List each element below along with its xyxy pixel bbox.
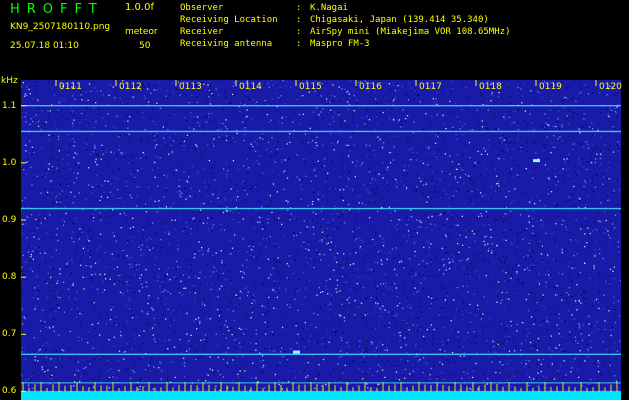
field-location-key: Receiving Location (180, 15, 278, 25)
y-tick-label: 0.8 (2, 272, 17, 283)
x-tick-label: 0115 (299, 82, 322, 92)
x-tick-label: 0117 (419, 82, 442, 92)
datetime-label: 25.07.18 01:10 (10, 41, 79, 51)
x-tick-label: 0111 (59, 82, 82, 92)
count-label: 50 (139, 41, 151, 51)
field-observer-value: K.Nagai (310, 3, 348, 13)
spectrogram-svg (21, 80, 621, 400)
x-tick-label: 0120 (599, 82, 622, 92)
x-tick-label: 0116 (359, 82, 382, 92)
meteor-echo (533, 159, 540, 163)
x-tick-label: 0114 (239, 82, 262, 92)
header-panel: HROFFT 1.0.0f KN9_2507180110.png meteor … (0, 0, 629, 76)
y-tick-label: 0.7 (2, 329, 17, 340)
baseline-band (21, 392, 621, 400)
y-axis-unit-label: kHz (1, 76, 18, 86)
field-receiver-key: Receiver (180, 27, 224, 37)
x-tick-label: 0118 (479, 82, 502, 92)
field-observer-key: Observer (180, 3, 224, 13)
field-observer-sep: : (296, 3, 302, 13)
x-tick-label: 0119 (539, 82, 562, 92)
mode-label: meteor (125, 27, 158, 37)
y-tick-label: 0.6 (2, 386, 17, 397)
field-location-sep: : (296, 15, 302, 25)
field-receiver-value: AirSpy mini (Miakejima VOR 108.65MHz) (310, 27, 511, 37)
field-antenna-key: Receiving antenna (180, 39, 273, 49)
y-tick-label: 1.1 (2, 100, 17, 111)
x-tick-label: 0112 (119, 82, 142, 92)
x-tick-label: 0113 (179, 82, 202, 92)
app-title: HROFFT (10, 2, 104, 17)
field-receiver-sep: : (296, 27, 302, 37)
meteor-echo (293, 350, 300, 354)
y-tick-label: 0.9 (2, 215, 17, 225)
field-location-value: Chigasaki, Japan (139.414 35.340) (310, 15, 489, 25)
version-label: 1.0.0f (125, 2, 154, 13)
field-antenna-value: Maspro FM-3 (310, 39, 370, 49)
spectrum-background (21, 80, 621, 400)
field-antenna-sep: : (296, 39, 302, 49)
file-name: KN9_2507180110.png (10, 22, 111, 32)
y-tick-label: 1.0 (2, 157, 17, 168)
spectrogram-plot (21, 80, 621, 400)
